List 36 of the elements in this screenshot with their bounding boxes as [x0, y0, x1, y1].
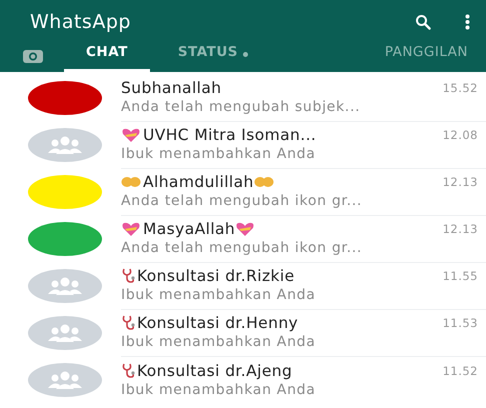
more-icon[interactable] — [465, 14, 470, 30]
stethoscope-icon — [121, 268, 135, 284]
last-message: Ibuk menambahkan Anda — [121, 146, 317, 162]
tab[interactable]: CHAT — [64, 44, 150, 72]
last-message: Ibuk menambahkan Anda — [121, 334, 317, 350]
chat-time: 11.53 — [442, 316, 478, 330]
chat-time: 11.55 — [442, 269, 478, 283]
last-message: Anda telah mengubah ikon gr... — [121, 240, 364, 256]
last-message: Anda telah mengubah ikon gr... — [121, 193, 364, 209]
stethoscope-icon — [121, 315, 135, 331]
search-icon[interactable] — [415, 14, 431, 30]
chat-name: Subhanallah — [121, 79, 222, 97]
chat-name: UVHC Mitra Isoman... — [143, 126, 316, 144]
chat-name: MasyaAllah — [143, 220, 236, 238]
camera-icon[interactable] — [22, 48, 44, 64]
heart-icon — [235, 222, 256, 236]
chat-name: Konsultasi dr.Ajeng — [137, 362, 292, 380]
heart-icon — [121, 222, 141, 236]
stethoscope-icon — [121, 362, 135, 378]
last-message: Ibuk menambahkan Anda — [121, 382, 317, 398]
chat-name: Konsultasi dr.Rizkie — [137, 267, 295, 285]
app-title: WhatsApp — [30, 11, 132, 33]
chat-name: Konsultasi dr.Henny — [137, 314, 298, 332]
heart-icon — [121, 128, 141, 142]
chat-time: 15.52 — [442, 81, 478, 95]
hands-icon — [121, 176, 141, 188]
chat-time: 11.52 — [442, 364, 478, 378]
tab[interactable]: STATUS — [160, 44, 266, 72]
chat-time: 12.13 — [442, 222, 478, 236]
chat-time: 12.13 — [442, 175, 478, 189]
last-message: Anda telah mengubah subjek... — [121, 99, 362, 115]
chat-name: Alhamdulillah — [143, 173, 254, 191]
hands-icon — [254, 176, 274, 188]
chat-time: 12.08 — [442, 128, 478, 142]
last-message: Ibuk menambahkan Anda — [121, 287, 317, 303]
tab[interactable]: PANGGILAN — [366, 44, 472, 72]
